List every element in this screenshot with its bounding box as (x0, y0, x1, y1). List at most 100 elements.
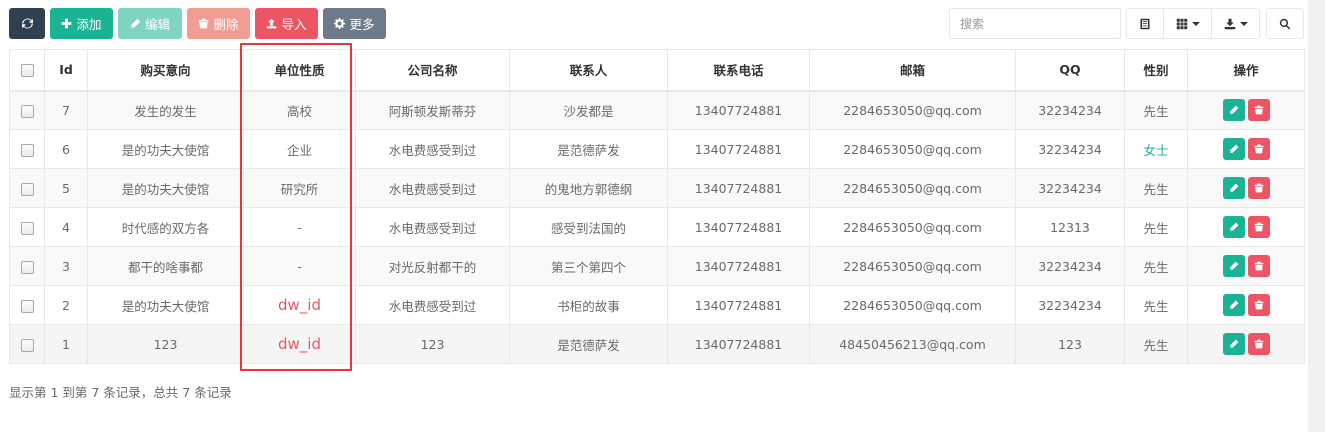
cell-select[interactable] (9, 246, 45, 286)
cell-qq: 32234234 (1015, 129, 1125, 169)
import-button[interactable]: 导入 (255, 8, 318, 39)
row-delete-button[interactable] (1247, 216, 1270, 238)
row-checkbox[interactable] (20, 338, 34, 352)
cell-qq: 123 (1015, 324, 1125, 364)
cell-phone: 13407724881 (667, 168, 810, 208)
row-delete-button[interactable] (1247, 177, 1270, 199)
cell-phone: 13407724881 (667, 129, 810, 169)
table-row[interactable]: 1 123 dw_id 123 是范德萨发 13407724881 48450456213@… (9, 324, 1305, 364)
row-delete-button[interactable] (1247, 255, 1270, 277)
cell-actions (1187, 129, 1305, 169)
cell-qq: 32234234 (1015, 246, 1125, 286)
cell-unit-type: 企业 (243, 129, 356, 169)
header-actions: 操作 (1187, 49, 1305, 92)
row-edit-button[interactable] (1222, 177, 1245, 199)
cell-qq: 12313 (1015, 207, 1125, 247)
cell-contact: 的鬼地方郭德纲 (509, 168, 668, 208)
cell-select[interactable] (9, 207, 45, 247)
cell-qq: 32234234 (1015, 285, 1125, 325)
header-contact[interactable]: 联系人 (509, 49, 668, 92)
add-button-label: 添加 (76, 17, 102, 32)
cell-company: 水电费感受到过 (355, 129, 510, 169)
cell-email: 2284653050@qq.com (809, 129, 1016, 169)
row-checkbox[interactable] (20, 182, 34, 196)
row-edit-button[interactable] (1222, 294, 1245, 316)
trash-icon (199, 18, 209, 29)
row-edit-button[interactable] (1222, 138, 1245, 160)
pencil-icon (1229, 183, 1238, 192)
header-id[interactable]: Id (44, 49, 88, 92)
cell-select[interactable] (9, 90, 45, 130)
list-view-icon (1140, 18, 1150, 29)
plus-icon (62, 18, 72, 29)
row-edit-button[interactable] (1222, 99, 1245, 122)
pencil-icon (1229, 222, 1238, 231)
cell-gender: 先生 (1124, 324, 1188, 364)
trash-icon (1254, 300, 1263, 310)
row-checkbox[interactable] (20, 299, 34, 313)
header-email[interactable]: 邮箱 (809, 49, 1016, 92)
header-gender[interactable]: 性别 (1124, 49, 1188, 92)
row-delete-button[interactable] (1247, 333, 1270, 355)
export-button[interactable] (1211, 8, 1260, 39)
cell-email: 2284653050@qq.com (809, 285, 1016, 325)
row-edit-button[interactable] (1222, 333, 1245, 355)
cell-intent: 时代感的双方各 (87, 207, 244, 247)
table-row[interactable]: 2 是的功夫大使馆 dw_id 水电费感受到过 书柜的故事 13407724881 2284… (9, 285, 1305, 325)
header-select-all[interactable] (9, 49, 45, 92)
select-all-checkbox[interactable] (20, 64, 34, 78)
row-checkbox[interactable] (20, 221, 34, 235)
cell-contact: 书柜的故事 (509, 285, 668, 325)
header-unit-type[interactable]: 单位性质 (243, 49, 356, 92)
caret-down-icon (1191, 21, 1200, 26)
add-button[interactable]: 添加 (50, 8, 113, 39)
row-checkbox[interactable] (20, 104, 34, 118)
delete-button-label: 删除 (213, 17, 239, 32)
cell-company: 水电费感受到过 (355, 168, 510, 208)
header-qq[interactable]: QQ (1015, 49, 1125, 92)
row-edit-button[interactable] (1222, 255, 1245, 277)
table-row[interactable]: 4 时代感的双方各 - 水电费感受到过 感受到法国的 13407724881 2284653… (9, 207, 1305, 247)
table-row[interactable]: 3 都干的啥事都 - 对光反射都干的 第三个第四个 13407724881 22846530… (9, 246, 1305, 286)
table-row[interactable]: 5 是的功夫大使馆 研究所 水电费感受到过 的鬼地方郭德纲 13407724881 2284… (9, 168, 1305, 208)
more-button[interactable]: 更多 (323, 8, 386, 39)
cell-intent: 是的功夫大使馆 (87, 129, 244, 169)
cell-select[interactable] (9, 129, 45, 169)
cell-unit-type: - (243, 246, 356, 286)
toggle-view-button[interactable] (1126, 8, 1164, 39)
cell-select[interactable] (9, 324, 45, 364)
table-row[interactable]: 7 发生的发生 高校 阿斯顿发斯蒂芬 沙发都是 13407724881 2284653050… (9, 90, 1305, 130)
columns-button[interactable] (1163, 8, 1212, 39)
cell-company: 阿斯顿发斯蒂芬 (355, 90, 510, 130)
cell-phone: 13407724881 (667, 324, 810, 364)
search-input[interactable] (949, 8, 1121, 39)
cell-id: 4 (44, 207, 88, 247)
row-delete-button[interactable] (1247, 138, 1270, 160)
row-edit-button[interactable] (1222, 216, 1245, 238)
search-button[interactable] (1266, 8, 1304, 39)
row-delete-button[interactable] (1247, 99, 1270, 122)
trash-icon (1254, 339, 1263, 349)
cell-gender: 先生 (1124, 285, 1188, 325)
header-intent[interactable]: 购买意向 (87, 49, 244, 92)
row-checkbox[interactable] (20, 143, 34, 157)
cell-company: 123 (355, 324, 510, 364)
refresh-button[interactable] (9, 8, 45, 39)
row-actions (1222, 294, 1270, 316)
table-row[interactable]: 6 是的功夫大使馆 企业 水电费感受到过 是范德萨发 13407724881 2284653… (9, 129, 1305, 169)
delete-button[interactable]: 删除 (187, 8, 250, 39)
cell-actions (1187, 285, 1305, 325)
cell-select[interactable] (9, 168, 45, 208)
row-checkbox[interactable] (20, 260, 34, 274)
cell-unit-type: dw_id (243, 285, 356, 325)
cell-phone: 13407724881 (667, 285, 810, 325)
header-phone[interactable]: 联系电话 (667, 49, 810, 92)
header-company[interactable]: 公司名称 (355, 49, 510, 92)
vertical-scrollbar[interactable] (1308, 0, 1325, 432)
pencil-icon (1229, 144, 1238, 153)
cell-email: 48450456213@qq.com (809, 324, 1016, 364)
cell-actions (1187, 168, 1305, 208)
row-delete-button[interactable] (1247, 294, 1270, 316)
cell-select[interactable] (9, 285, 45, 325)
edit-button[interactable]: 编辑 (118, 8, 182, 39)
